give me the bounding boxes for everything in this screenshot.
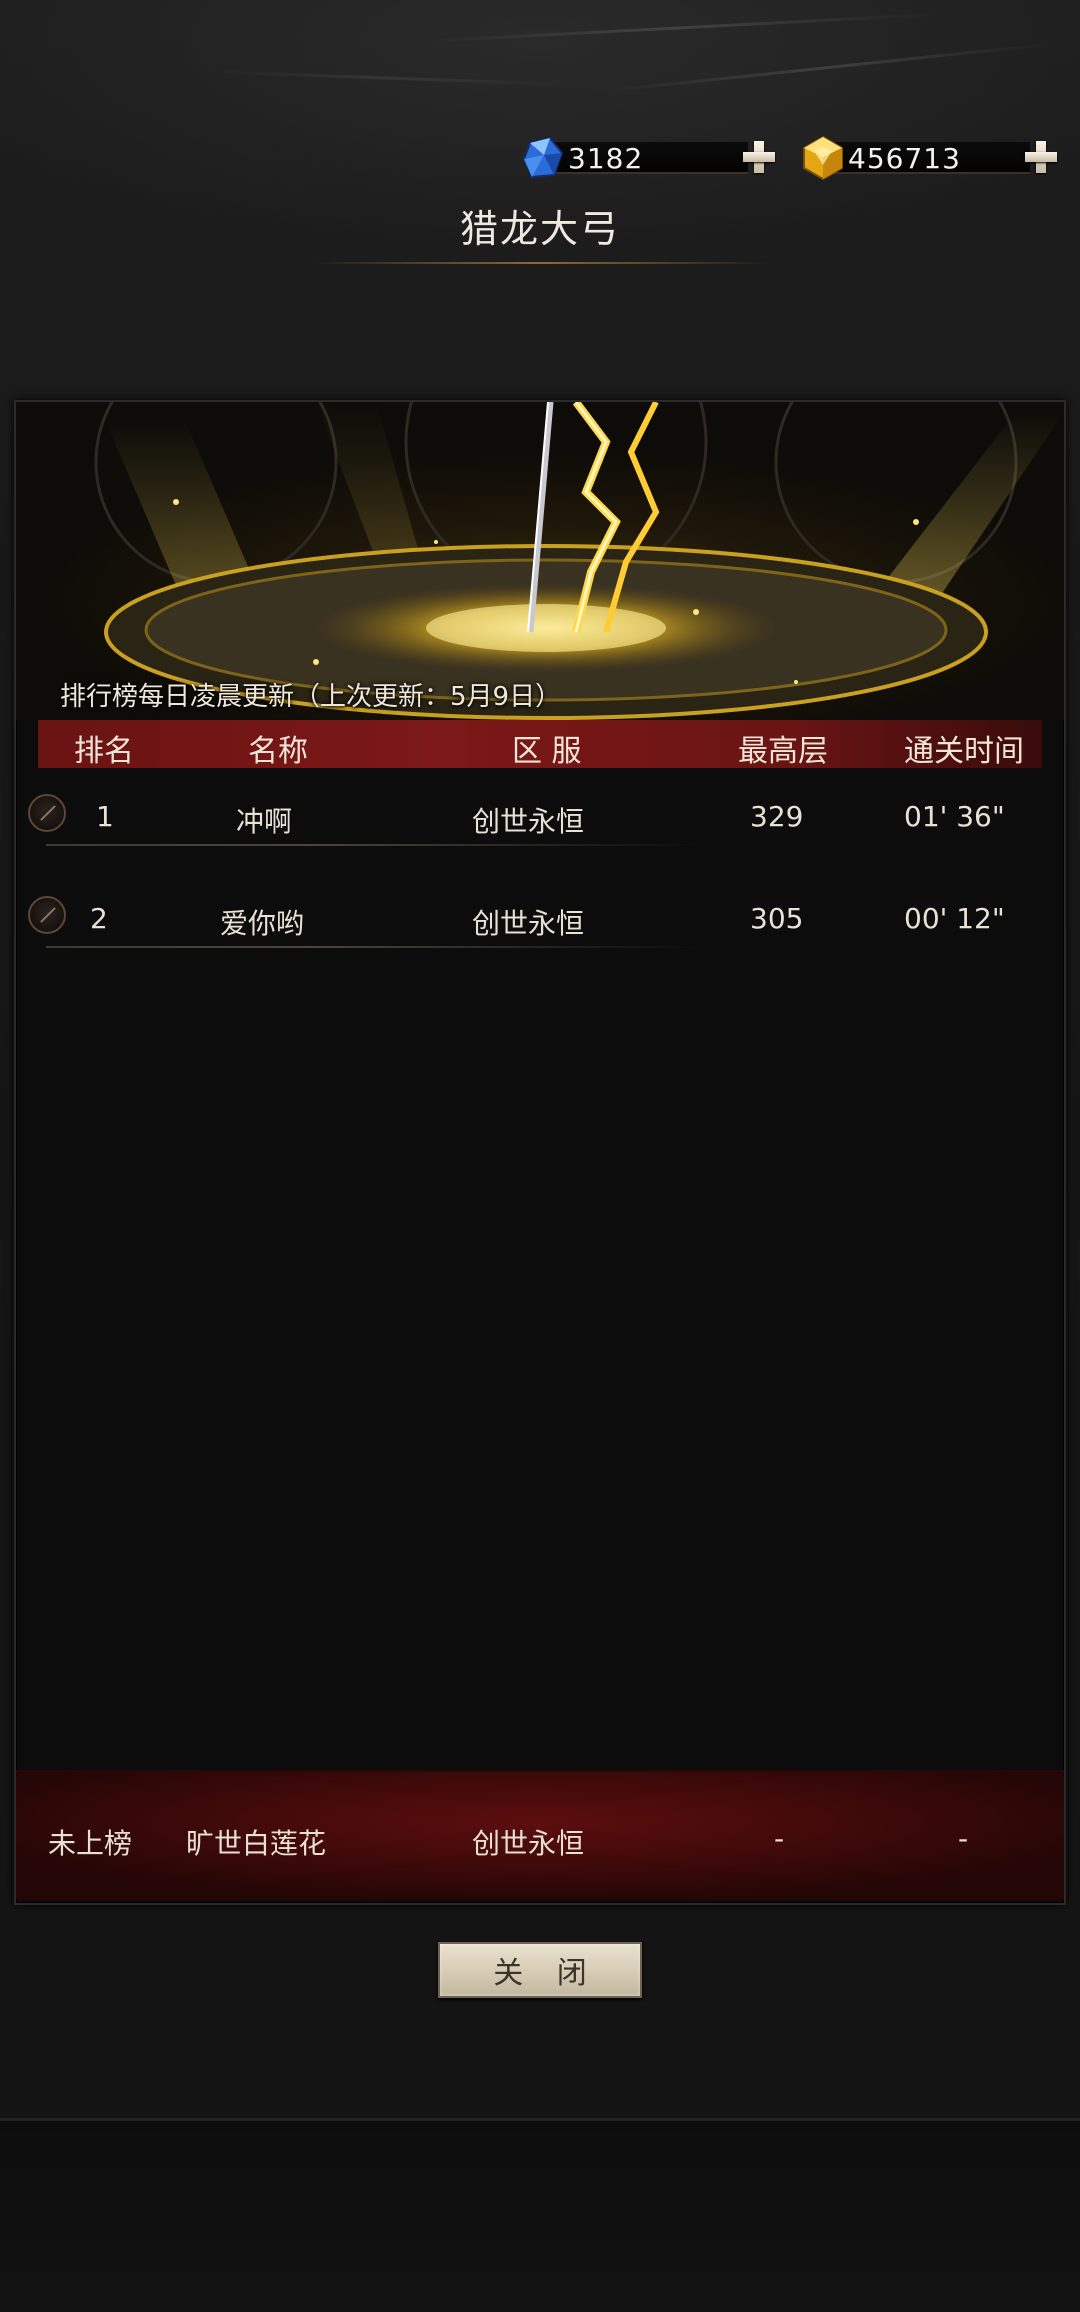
header-time: 通关时间 [904,734,1024,769]
header-rank: 排名 [74,734,134,769]
row-rank: 2 [90,902,108,935]
bottom-frame [0,2118,1080,2312]
table-row[interactable]: 2 爱你哟 创世永恒 305 00' 12" [16,878,1064,948]
blue-diamond-icon [522,136,564,179]
table-header: 排名 名称 区 服 最高层 通关时间 [38,720,1042,769]
leaderboard-panel: 排行榜每日凌晨更新（上次更新：5月9日） 排名 名称 区 服 最高层 通关时间 … [14,400,1066,1905]
diamond-amount: 3182 [568,141,644,175]
page-title: 猎龙大弓 [459,207,620,251]
gold-diamond-icon [803,135,843,181]
my-name: 旷世白莲花 [186,1827,327,1860]
close-button[interactable]: 关 闭 [438,1942,642,1998]
light-streak [599,41,1058,93]
table-row[interactable]: 1 冲啊 创世永恒 329 01' 36" [16,776,1064,846]
my-server: 创世永恒 [472,1827,585,1860]
add-diamond-button[interactable] [742,140,776,174]
my-floor: - [774,1822,785,1855]
title-underline [310,262,770,264]
diamond-currency: 3182 [520,136,776,180]
light-streak [199,70,580,87]
my-time: - [958,1822,969,1855]
row-name: 冲啊 [236,805,293,838]
gold-currency: 456713 [800,135,1058,181]
add-gold-button[interactable] [1024,140,1058,174]
row-name: 爱你哟 [220,907,305,940]
banner-image: 排行榜每日凌晨更新（上次更新：5月9日） [16,402,1064,720]
row-time: 01' 36" [904,800,1005,833]
light-streak [419,12,940,43]
update-notice: 排行榜每日凌晨更新（上次更新：5月9日） [60,682,562,712]
row-server: 创世永恒 [472,907,585,940]
gold-amount: 456713 [848,141,961,175]
row-divider [46,946,706,948]
row-time: 00' 12" [904,902,1005,935]
row-floor: 305 [750,902,804,935]
my-rank-row: 未上榜 旷世白莲花 创世永恒 - - [16,1770,1064,1900]
row-server: 创世永恒 [472,805,585,838]
row-rank: 1 [96,800,114,833]
header-name: 名称 [248,734,308,769]
row-divider [46,844,706,846]
rank-medal-icon [28,896,66,934]
altar-illustration [94,402,1064,720]
screen: 3182 456713 猎龙大弓 排行榜每日凌晨更新（上次更新：5月9日） 排名… [0,0,1080,2312]
header-floor: 最高层 [738,734,828,769]
my-rank: 未上榜 [48,1827,133,1860]
rank-medal-icon [28,794,66,832]
header-server: 区 服 [512,734,582,769]
row-floor: 329 [750,800,804,833]
